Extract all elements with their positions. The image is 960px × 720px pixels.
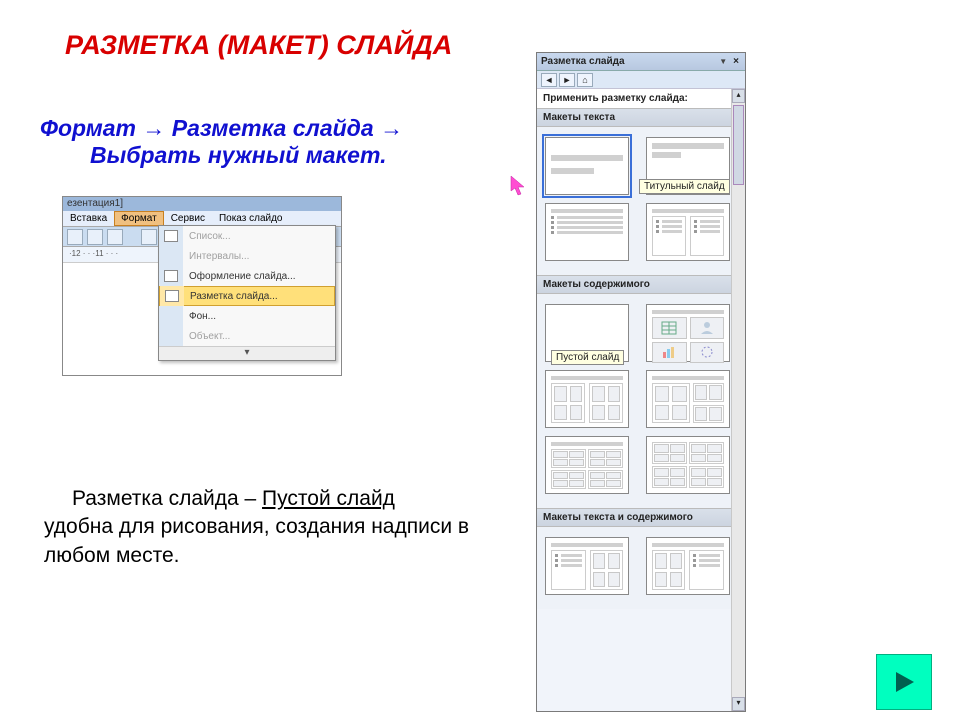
home-icon[interactable]: ⌂ xyxy=(577,73,593,87)
table-icon xyxy=(652,317,687,339)
layout-thumb-four-content[interactable] xyxy=(545,436,629,494)
chart-icon xyxy=(652,342,687,364)
menu-item-design[interactable]: Оформление слайда... xyxy=(159,266,335,286)
menu-expand[interactable]: ▾ xyxy=(159,346,335,360)
menu-item-intervals[interactable]: Интервалы... xyxy=(159,246,335,266)
menu-screenshot: езентация1] Вставка Формат Сервис Показ … xyxy=(62,196,342,376)
tooltip-blank-slide: Пустой слайд xyxy=(551,350,624,365)
menu-insert[interactable]: Вставка xyxy=(63,211,114,226)
layout-thumb-bullets[interactable] xyxy=(545,203,629,261)
menu-item-object[interactable]: Объект... xyxy=(159,326,335,346)
scroll-thumb[interactable] xyxy=(733,105,744,185)
pane-dropdown-icon[interactable]: ▼ xyxy=(715,57,731,66)
toolbar-button[interactable] xyxy=(141,229,157,245)
arrow-icon: → xyxy=(142,115,165,141)
body-paragraph: Разметка слайда – Пустой слайд удобна дл… xyxy=(44,485,514,570)
pane-nav: ◄ ► ⌂ xyxy=(537,71,745,89)
layout-thumb-two-col[interactable] xyxy=(646,203,730,261)
format-dropdown: Список... Интервалы... Оформление слайда… xyxy=(158,225,336,361)
menu-item-background[interactable]: Фон... xyxy=(159,306,335,326)
menu-format[interactable]: Формат xyxy=(114,211,164,226)
media-icon xyxy=(690,342,725,364)
back-icon[interactable]: ◄ xyxy=(541,73,557,87)
instr-p1: Формат xyxy=(40,115,136,141)
body-line1a: Разметка слайда – xyxy=(72,487,262,510)
play-icon xyxy=(890,668,918,696)
instr-p3: Выбрать нужный макет. xyxy=(40,142,470,169)
group-content-layouts: Макеты содержимого xyxy=(537,275,745,294)
toolbar-button[interactable] xyxy=(107,229,123,245)
body-line2: удобна для рисования, создания надписи в… xyxy=(44,515,469,566)
arrow-icon: → xyxy=(380,115,403,141)
layout-thumb-text-content[interactable] xyxy=(545,537,629,595)
instr-p2: Разметка слайда xyxy=(172,115,374,141)
pane-scrollbar[interactable]: ▴ ▾ xyxy=(731,89,745,711)
instruction-text: Формат → Разметка слайда → Выбрать нужны… xyxy=(40,115,470,169)
page-title: РАЗМЕТКА (МАКЕТ) СЛАЙДА xyxy=(65,30,452,61)
layout-thumb-title[interactable] xyxy=(545,137,629,195)
person-icon xyxy=(690,317,725,339)
group-text-content-layouts: Макеты текста и содержимого xyxy=(537,508,745,527)
layout-thumb-content-text-r[interactable] xyxy=(646,537,730,595)
pane-header: Разметка слайда ▼ × xyxy=(537,53,745,71)
layout-task-pane: Разметка слайда ▼ × ◄ ► ⌂ Применить разм… xyxy=(536,52,746,712)
tooltip-title-slide: Титульный слайд xyxy=(639,179,730,194)
window-title: езентация1] xyxy=(63,197,341,211)
close-icon[interactable]: × xyxy=(731,56,741,67)
forward-icon[interactable]: ► xyxy=(559,73,575,87)
scroll-down-icon[interactable]: ▾ xyxy=(732,697,745,711)
next-slide-button[interactable] xyxy=(876,654,932,710)
menu-slideshow[interactable]: Показ слайдо xyxy=(212,211,290,226)
toolbar-button[interactable] xyxy=(87,229,103,245)
menu-item-layout[interactable]: Разметка слайда... xyxy=(159,286,335,306)
layout-thumb-two-content[interactable] xyxy=(545,370,629,428)
layout-thumb-three-content[interactable] xyxy=(646,370,730,428)
layout-thumb-content-text[interactable] xyxy=(646,436,730,494)
pane-title: Разметка слайда xyxy=(541,56,715,67)
pane-subtitle: Применить разметку слайда: xyxy=(537,89,745,108)
body-line1b: Пустой слайд xyxy=(262,487,395,510)
layout-thumb-content[interactable] xyxy=(646,304,730,362)
cursor-icon xyxy=(510,175,526,197)
menu-service[interactable]: Сервис xyxy=(164,211,212,226)
group-text-layouts: Макеты текста xyxy=(537,108,745,127)
menu-item-list[interactable]: Список... xyxy=(159,226,335,246)
toolbar-button[interactable] xyxy=(67,229,83,245)
scroll-up-icon[interactable]: ▴ xyxy=(732,89,745,103)
